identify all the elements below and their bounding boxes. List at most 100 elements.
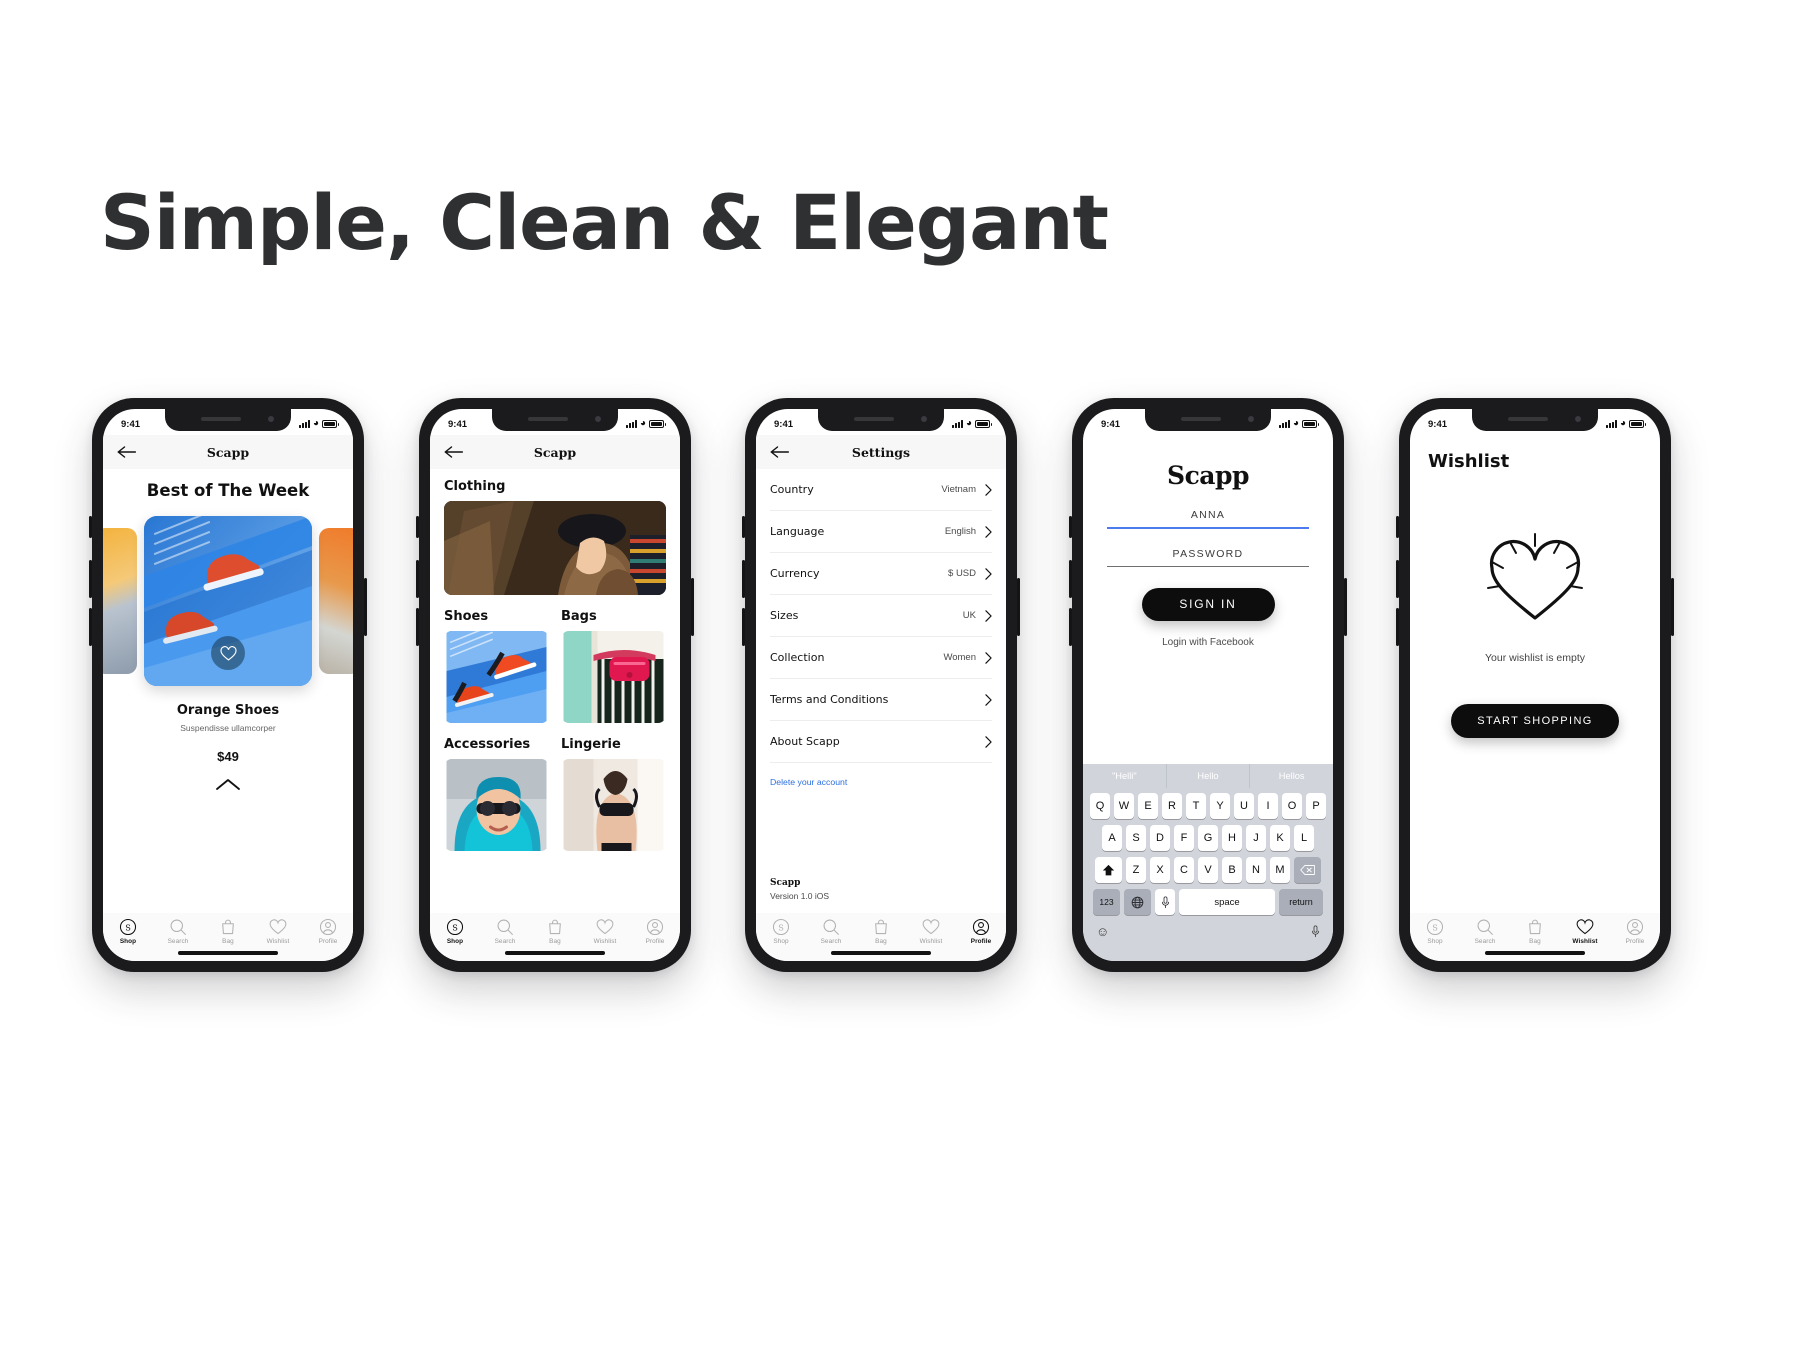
tab-search[interactable]: Search (807, 918, 855, 945)
category-image-accessories[interactable] (444, 759, 549, 851)
onscreen-keyboard[interactable]: "Helli" Hello Hellos Q W E R T Y U I O P… (1083, 764, 1333, 961)
tab-shop[interactable]: S Shop (1411, 918, 1459, 945)
key-e[interactable]: E (1138, 793, 1158, 819)
volume-down-button[interactable] (1396, 608, 1399, 646)
volume-up-button[interactable] (89, 560, 92, 598)
return-key[interactable]: return (1279, 889, 1323, 915)
tab-wishlist[interactable]: Wishlist (907, 918, 955, 945)
back-arrow-icon[interactable] (444, 445, 464, 459)
home-indicator[interactable] (831, 951, 931, 955)
volume-up-button[interactable] (1396, 560, 1399, 598)
power-button[interactable] (364, 578, 367, 636)
tab-profile[interactable]: Profile (631, 918, 679, 945)
delete-account-link[interactable]: Delete your account (770, 763, 992, 787)
mic-key[interactable] (1155, 889, 1175, 915)
key-c[interactable]: C (1174, 857, 1194, 883)
dictation-microphone-icon[interactable] (1311, 925, 1320, 938)
key-d[interactable]: D (1150, 825, 1170, 851)
key-y[interactable]: Y (1210, 793, 1230, 819)
globe-key[interactable] (1124, 889, 1151, 915)
volume-up-button[interactable] (1069, 560, 1072, 598)
home-indicator[interactable] (1485, 951, 1585, 955)
key-z[interactable]: Z (1126, 857, 1146, 883)
tab-wishlist[interactable]: Wishlist (254, 918, 302, 945)
featured-product-card[interactable] (144, 516, 312, 686)
key-h[interactable]: H (1222, 825, 1242, 851)
tab-wishlist[interactable]: Wishlist (1561, 918, 1609, 945)
key-u[interactable]: U (1234, 793, 1254, 819)
username-field[interactable]: ANNA (1107, 509, 1309, 529)
volume-up-button[interactable] (742, 560, 745, 598)
tab-wishlist[interactable]: Wishlist (581, 918, 629, 945)
volume-down-button[interactable] (89, 608, 92, 646)
tab-profile[interactable]: Profile (304, 918, 352, 945)
sign-in-button[interactable]: SIGN IN (1141, 587, 1275, 621)
power-button[interactable] (1017, 578, 1020, 636)
tab-bag[interactable]: Bag (204, 918, 252, 945)
start-shopping-button[interactable]: START SHOPPING (1451, 704, 1619, 738)
key-l[interactable]: L (1294, 825, 1314, 851)
settings-row-collection[interactable]: Collection Women (770, 637, 992, 679)
volume-down-button[interactable] (416, 608, 419, 646)
settings-row-country[interactable]: Country Vietnam (770, 469, 992, 511)
favorite-button[interactable] (211, 636, 245, 670)
key-j[interactable]: J (1246, 825, 1266, 851)
mute-switch[interactable] (416, 516, 419, 538)
carousel-next-card[interactable] (319, 528, 353, 674)
product-carousel[interactable] (103, 516, 353, 686)
key-a[interactable]: A (1102, 825, 1122, 851)
volume-up-button[interactable] (416, 560, 419, 598)
facebook-login-link[interactable]: Login with Facebook (1107, 637, 1309, 648)
category-image-bags[interactable] (561, 631, 666, 723)
category-image-shoes[interactable] (444, 631, 549, 723)
power-button[interactable] (691, 578, 694, 636)
volume-down-button[interactable] (742, 608, 745, 646)
tab-bag[interactable]: Bag (531, 918, 579, 945)
tab-bag[interactable]: Bag (1511, 918, 1559, 945)
key-r[interactable]: R (1162, 793, 1182, 819)
tab-profile[interactable]: Profile (957, 918, 1005, 945)
backspace-key[interactable] (1294, 857, 1321, 883)
tab-search[interactable]: Search (481, 918, 529, 945)
numbers-key[interactable]: 123 (1093, 889, 1120, 915)
mute-switch[interactable] (89, 516, 92, 538)
settings-row-currency[interactable]: Currency $ USD (770, 553, 992, 595)
key-i[interactable]: I (1258, 793, 1278, 819)
key-t[interactable]: T (1186, 793, 1206, 819)
key-q[interactable]: Q (1090, 793, 1110, 819)
prediction-0[interactable]: "Helli" (1083, 764, 1166, 788)
settings-row-about[interactable]: About Scapp (770, 721, 992, 763)
key-m[interactable]: M (1270, 857, 1290, 883)
category-image-clothing[interactable] (444, 501, 666, 595)
emoji-smiley-icon[interactable]: ☺ (1096, 924, 1109, 939)
key-v[interactable]: V (1198, 857, 1218, 883)
tab-profile[interactable]: Profile (1611, 918, 1659, 945)
settings-row-language[interactable]: Language English (770, 511, 992, 553)
power-button[interactable] (1671, 578, 1674, 636)
back-arrow-icon[interactable] (117, 445, 137, 459)
key-w[interactable]: W (1114, 793, 1134, 819)
password-field[interactable]: PASSWORD (1107, 548, 1309, 567)
back-arrow-icon[interactable] (770, 445, 790, 459)
tab-shop[interactable]: S Shop (104, 918, 152, 945)
key-p[interactable]: P (1306, 793, 1326, 819)
key-n[interactable]: N (1246, 857, 1266, 883)
prediction-1[interactable]: Hello (1165, 764, 1250, 788)
settings-row-terms[interactable]: Terms and Conditions (770, 679, 992, 721)
volume-down-button[interactable] (1069, 608, 1072, 646)
carousel-prev-card[interactable] (103, 528, 137, 674)
prediction-bar[interactable]: "Helli" Hello Hellos (1083, 764, 1333, 788)
key-s[interactable]: S (1126, 825, 1146, 851)
power-button[interactable] (1344, 578, 1347, 636)
tab-shop[interactable]: S Shop (431, 918, 479, 945)
mute-switch[interactable] (1396, 516, 1399, 538)
home-indicator[interactable] (505, 951, 605, 955)
key-x[interactable]: X (1150, 857, 1170, 883)
key-g[interactable]: G (1198, 825, 1218, 851)
home-indicator[interactable] (178, 951, 278, 955)
mute-switch[interactable] (1069, 516, 1072, 538)
tab-search[interactable]: Search (154, 918, 202, 945)
prediction-2[interactable]: Hellos (1249, 764, 1333, 788)
tab-search[interactable]: Search (1461, 918, 1509, 945)
tab-shop[interactable]: S Shop (757, 918, 805, 945)
